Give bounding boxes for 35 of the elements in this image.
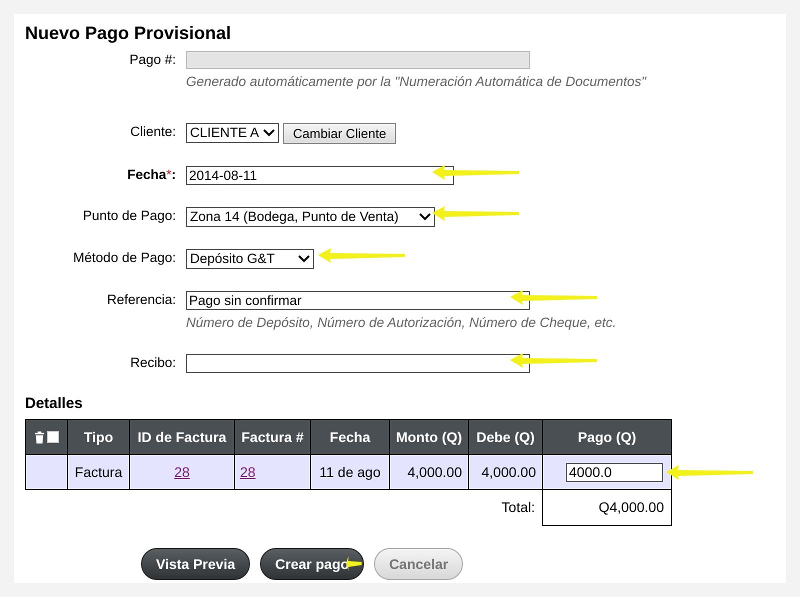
chevron-down-icon xyxy=(263,129,276,137)
payment-input[interactable]: 4000.0 xyxy=(566,462,663,482)
action-button: Cancelar xyxy=(374,548,464,580)
field-label: Recibo: xyxy=(129,354,177,372)
field-label: Referencia: xyxy=(106,291,177,309)
chevron-down-icon xyxy=(298,255,310,263)
client-select[interactable]: CLIENTE A xyxy=(186,123,280,143)
input-field[interactable]: Pago sin confirmar xyxy=(186,291,530,310)
table-cell: 4,000.00 xyxy=(468,454,542,490)
table-cell: 11 de ago xyxy=(310,454,390,490)
input-field[interactable] xyxy=(186,354,530,373)
dropdown-select[interactable]: Depósito G&T xyxy=(186,249,314,269)
invoice-link[interactable]: 28 xyxy=(240,464,256,480)
dropdown-select[interactable]: Zona 14 (Bodega, Punto de Venta) xyxy=(186,207,435,227)
total-label: Total: xyxy=(26,490,542,526)
chevron-down-icon xyxy=(419,213,431,221)
invoice-link[interactable]: 28 xyxy=(174,464,190,480)
field-label: Pago #: xyxy=(128,51,177,69)
field-label: Punto de Pago: xyxy=(82,207,177,225)
input-field[interactable] xyxy=(186,51,530,69)
select-all-checkbox[interactable] xyxy=(47,431,59,443)
total-value: Q4,000.00 xyxy=(542,490,672,526)
table-cell: 4,000.00 xyxy=(390,454,468,490)
section-title: Detalles xyxy=(25,395,84,413)
table-cell: Factura xyxy=(68,454,130,490)
field-label: Método de Pago: xyxy=(72,249,177,267)
page-title: Nuevo Pago Provisional xyxy=(25,23,232,43)
field-label: Cliente: xyxy=(129,123,177,141)
action-button[interactable]: Vista Previa xyxy=(141,548,250,580)
change-client-button[interactable]: Cambiar Cliente xyxy=(283,123,396,144)
input-field[interactable]: 2014-08-11 xyxy=(186,166,454,185)
field-label: Fecha*: xyxy=(126,166,177,184)
trash-icon[interactable] xyxy=(34,430,45,444)
field-hint: Generado automáticamente por la "Numeración Automática de Documentos" xyxy=(186,73,646,91)
field-hint: Número de Depósito, Número de Autorización, Número de Cheque, etc. xyxy=(186,314,616,332)
